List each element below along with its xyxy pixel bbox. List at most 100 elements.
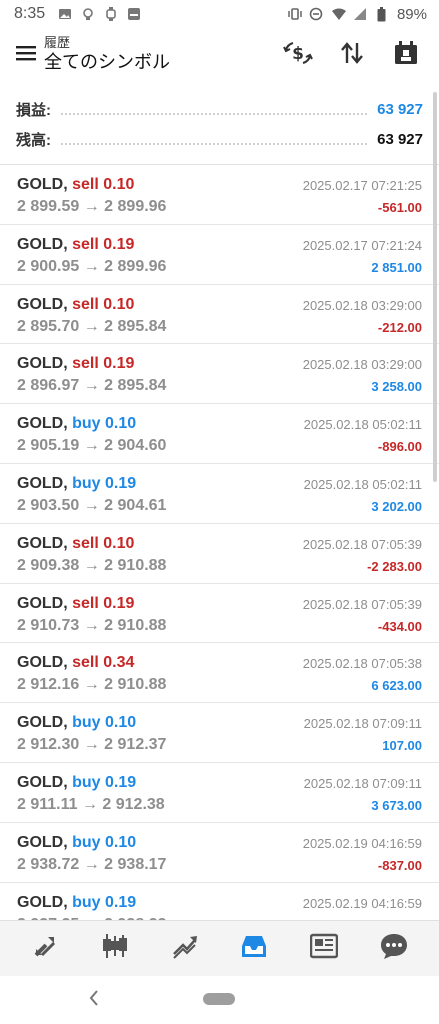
deal-symbol: GOLD: [17, 654, 64, 672]
scrollbar[interactable]: [433, 92, 437, 482]
deal-time: 2025.02.18 03:29:00: [302, 357, 422, 373]
trade-icon: [171, 932, 199, 965]
deal-row[interactable]: GOLD, buy 0.192 937.25 → 2 938.222025.02…: [0, 883, 439, 920]
nav-trade[interactable]: [162, 926, 208, 972]
deal-type: buy: [72, 474, 101, 492]
nav-history[interactable]: [231, 926, 277, 972]
watch-notification-icon: [104, 7, 118, 21]
deal-close-price: 2 910.88: [104, 556, 167, 574]
deal-profit: -434.00: [377, 618, 422, 634]
deal-close-price: 2 899.96: [104, 257, 167, 275]
deal-close-price: 2 938.17: [104, 855, 167, 873]
deal-open-price: 2 912.30: [17, 736, 80, 754]
deal-prices: 2 903.50 → 2 904.61: [17, 497, 166, 515]
nav-chart[interactable]: [92, 926, 138, 972]
battery-icon: [375, 7, 389, 22]
deal-close-price: 2 904.61: [104, 496, 167, 514]
deal-volume: 0.19: [105, 893, 137, 911]
sort-button[interactable]: [325, 33, 379, 77]
deal-separator: ,: [63, 833, 73, 851]
arrow-right-icon: →: [79, 676, 105, 694]
deal-volume: 0.19: [105, 773, 137, 791]
deal-row[interactable]: GOLD, sell 0.34 2 912.16 → 2 910.88 2025.0…: [0, 643, 439, 704]
deal-type: buy: [72, 833, 101, 851]
deal-volume: 0.19: [103, 355, 135, 373]
deal-row[interactable]: GOLD, sell 0.19 2 900.95 → 2 899.96 2025.0…: [0, 225, 439, 285]
deal-header: GOLD, sell 0.10: [17, 296, 134, 314]
deal-row[interactable]: GOLD, buy 0.10 2 905.19 → 2 904.60 2025.02…: [0, 404, 439, 464]
menu-button[interactable]: [4, 33, 48, 77]
deal-profit: -896.00: [377, 439, 422, 455]
deal-time: 2025.02.18 03:29:00: [302, 297, 422, 313]
deal-volume: 0.10: [103, 295, 135, 313]
deal-profit: 3 202.00: [371, 498, 422, 514]
arrow-right-icon: →: [79, 317, 105, 335]
deal-time: 2025.02.17 07:21:25: [302, 178, 422, 193]
deal-row[interactable]: GOLD, sell 0.19 2 910.73 → 2 910.88 2025.0…: [0, 584, 439, 644]
title-block[interactable]: 履歴 全てのシンボル: [44, 36, 170, 74]
home-button[interactable]: [203, 993, 235, 1005]
deal-row[interactable]: GOLD, sell 0.19 2 896.97 → 2 895.84 2025.0…: [0, 344, 439, 405]
deal-volume: 0.10: [105, 415, 137, 433]
profit-row: 損益: 63 927: [0, 94, 439, 124]
deal-row[interactable]: GOLD, sell 0.10 2 899.59 → 2 899.96 2025.0…: [0, 165, 439, 225]
deal-row[interactable]: GOLD, buy 0.10 2 912.30 → 2 912.37 2025.02…: [0, 703, 439, 763]
deal-prices: 2 900.95 → 2 899.96: [17, 258, 166, 276]
deal-prices: 2 938.72 → 2 938.17: [17, 856, 166, 874]
deal-symbol: GOLD: [17, 773, 64, 791]
deal-type: sell: [72, 176, 99, 193]
deal-list[interactable]: GOLD, sell 0.10 2 899.59 → 2 899.96 2025.0…: [0, 165, 439, 920]
deal-symbol: GOLD: [17, 594, 64, 612]
currency-exchange-button[interactable]: $: [271, 33, 325, 77]
calendar-button[interactable]: [379, 33, 433, 77]
arrow-right-icon: →: [79, 198, 105, 215]
deal-prices: 2 895.70 → 2 895.84: [17, 318, 166, 336]
deal-header: GOLD, buy 0.10: [17, 415, 136, 433]
deal-row[interactable]: GOLD, buy 0.10 2 938.72 → 2 938.17 2025.02…: [0, 823, 439, 883]
news-icon: [309, 933, 339, 964]
arrow-right-icon: →: [79, 855, 105, 873]
back-button[interactable]: [84, 988, 104, 1012]
currency-exchange-icon: $: [283, 40, 313, 71]
messages-icon: [380, 932, 408, 965]
deal-header: GOLD, buy 0.19: [17, 475, 136, 493]
menu-icon: [16, 45, 36, 66]
nav-quotes[interactable]: [22, 926, 68, 972]
arrow-right-icon: →: [79, 437, 105, 455]
status-bar: 8:35 89%: [0, 0, 439, 28]
nav-messages[interactable]: [371, 926, 417, 972]
deal-header: GOLD, buy 0.19: [17, 894, 136, 912]
deal-symbol: GOLD: [17, 534, 64, 552]
deal-header: GOLD, sell 0.10: [17, 535, 134, 553]
nav-news[interactable]: [301, 926, 347, 972]
deal-prices: 2 910.73 → 2 910.88: [17, 617, 166, 635]
page-subtitle: 履歴: [44, 35, 71, 50]
balance-value: 63 927: [377, 130, 423, 148]
deal-profit: -561.00: [377, 200, 422, 215]
deal-time: 2025.02.18 07:09:11: [303, 716, 422, 732]
deal-header: GOLD, buy 0.10: [17, 714, 136, 732]
deal-profit: -837.00: [377, 857, 422, 873]
deal-close-price: 2 910.88: [104, 616, 167, 634]
deal-open-price: 2 911.11: [17, 795, 78, 813]
deal-separator: ,: [63, 534, 73, 552]
app-bar: 履歴 全てのシンボル $: [0, 28, 439, 82]
deal-close-price: 2 895.84: [104, 377, 167, 395]
deal-separator: ,: [63, 415, 73, 433]
deal-header: GOLD, sell 0.19: [17, 236, 134, 254]
arrow-right-icon: →: [79, 616, 105, 634]
deal-open-price: 2 938.72: [17, 855, 80, 873]
deal-open-price: 2 905.19: [17, 437, 80, 455]
deal-type: buy: [72, 893, 101, 911]
deal-profit: -2 283.00: [367, 558, 422, 574]
deal-row[interactable]: GOLD, buy 0.19 2 903.50 → 2 904.61 2025.02…: [0, 464, 439, 524]
deal-row[interactable]: GOLD, sell 0.10 2 895.70 → 2 895.84 2025.0…: [0, 285, 439, 345]
deal-open-price: 2 896.97: [17, 377, 80, 395]
deal-separator: ,: [63, 474, 73, 492]
deal-close-price: 2 899.96: [104, 198, 167, 215]
deal-row[interactable]: GOLD, buy 0.19 2 911.11 → 2 912.38 2025.02…: [0, 763, 439, 823]
deal-row[interactable]: GOLD, sell 0.10 2 909.38 → 2 910.88 2025.0…: [0, 524, 439, 584]
arrow-right-icon: →: [79, 556, 105, 574]
quotes-icon: [32, 933, 58, 964]
bottom-nav: [0, 920, 439, 976]
